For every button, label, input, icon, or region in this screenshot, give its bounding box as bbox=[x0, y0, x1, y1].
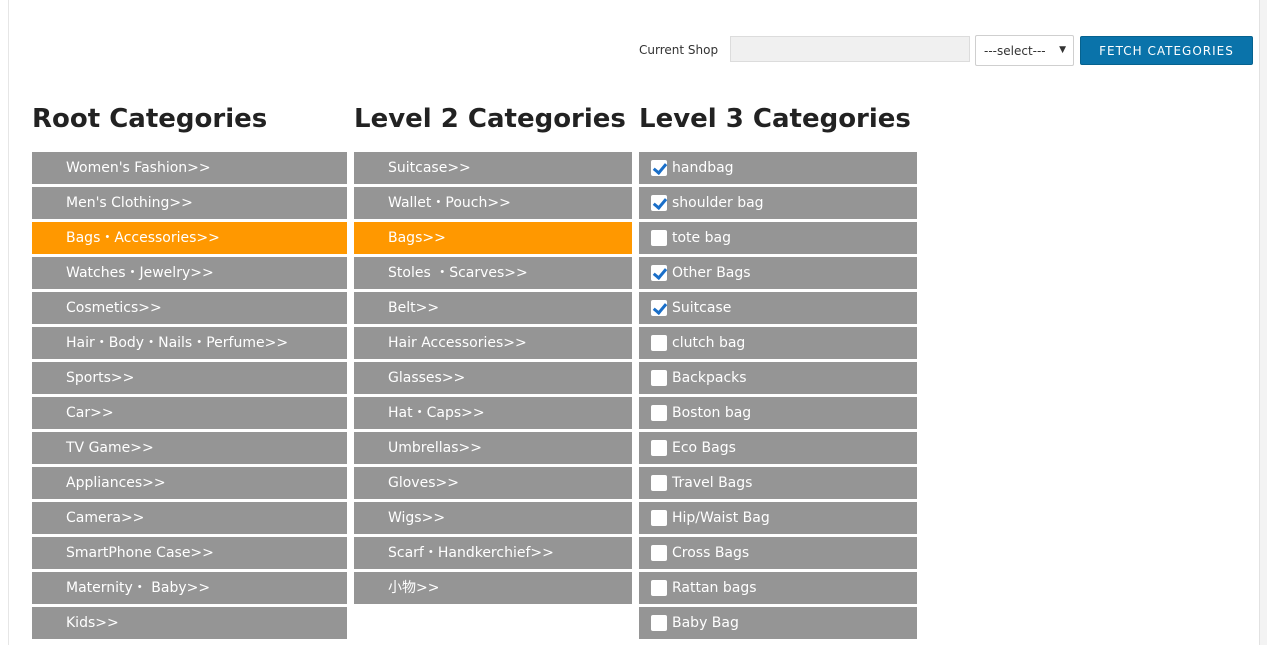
level3-category-item[interactable]: Travel Bags bbox=[639, 467, 917, 499]
current-shop-label: Current Shop bbox=[639, 43, 719, 57]
level3-category-item[interactable]: Eco Bags bbox=[639, 432, 917, 464]
level2-category-item[interactable]: Belt>> bbox=[354, 292, 632, 324]
category-checkbox[interactable] bbox=[651, 475, 667, 491]
level3-category-item[interactable]: Baby Bag bbox=[639, 607, 917, 639]
category-label: Rattan bags bbox=[672, 580, 757, 596]
category-label: Cross Bags bbox=[672, 545, 750, 561]
level2-category-item[interactable]: Hair Accessories>> bbox=[354, 327, 632, 359]
category-checkbox[interactable] bbox=[651, 160, 667, 176]
level3-category-item[interactable]: handbag bbox=[639, 152, 917, 184]
level2-category-item[interactable]: Gloves>> bbox=[354, 467, 632, 499]
root-category-item[interactable]: Kids>> bbox=[32, 607, 347, 639]
category-label: Boston bag bbox=[672, 405, 752, 421]
root-category-item[interactable]: Cosmetics>> bbox=[32, 292, 347, 324]
category-label: Baby Bag bbox=[672, 615, 739, 631]
category-checkbox[interactable] bbox=[651, 440, 667, 456]
category-checkbox[interactable] bbox=[651, 545, 667, 561]
level2-category-item[interactable]: Umbrellas>> bbox=[354, 432, 632, 464]
category-label: tote bag bbox=[672, 230, 731, 246]
level3-category-item[interactable]: Backpacks bbox=[639, 362, 917, 394]
level3-category-item[interactable]: tote bag bbox=[639, 222, 917, 254]
root-category-item[interactable]: Maternity・ Baby>> bbox=[32, 572, 347, 604]
level3-category-item[interactable]: Hip/Waist Bag bbox=[639, 502, 917, 534]
level2-category-item[interactable]: Glasses>> bbox=[354, 362, 632, 394]
level2-category-item[interactable]: Hat・Caps>> bbox=[354, 397, 632, 429]
level3-category-item[interactable]: Cross Bags bbox=[639, 537, 917, 569]
root-category-item[interactable]: TV Game>> bbox=[32, 432, 347, 464]
category-label: Eco Bags bbox=[672, 440, 736, 456]
fetch-categories-button[interactable]: FETCH CATEGORIES bbox=[1080, 36, 1253, 65]
root-category-item[interactable]: Men's Clothing>> bbox=[32, 187, 347, 219]
level3-category-item[interactable]: shoulder bag bbox=[639, 187, 917, 219]
category-checkbox[interactable] bbox=[651, 580, 667, 596]
category-label: clutch bag bbox=[672, 335, 746, 351]
category-checkbox[interactable] bbox=[651, 370, 667, 386]
root-category-item[interactable]: Bags・Accessories>> bbox=[32, 222, 347, 254]
level3-categories-list: handbag shoulder bag tote bag Other Bags Sui… bbox=[639, 152, 917, 642]
level2-category-item[interactable]: Scarf・Handkerchief>> bbox=[354, 537, 632, 569]
category-label: handbag bbox=[672, 160, 734, 176]
root-categories-title: Root Categories bbox=[32, 104, 268, 134]
category-label: shoulder bag bbox=[672, 195, 764, 211]
category-checkbox[interactable] bbox=[651, 195, 667, 211]
category-checkbox[interactable] bbox=[651, 265, 667, 281]
category-checkbox[interactable] bbox=[651, 405, 667, 421]
root-category-item[interactable]: Car>> bbox=[32, 397, 347, 429]
chevron-down-icon: ▼ bbox=[1059, 45, 1066, 55]
level2-category-item[interactable]: Stoles ・Scarves>> bbox=[354, 257, 632, 289]
level3-category-item[interactable]: Boston bag bbox=[639, 397, 917, 429]
level2-categories-list: Suitcase>> Wallet・Pouch>> Bags>> Stoles ・Sc… bbox=[354, 152, 632, 607]
root-category-item[interactable]: Sports>> bbox=[32, 362, 347, 394]
level2-category-item[interactable]: Suitcase>> bbox=[354, 152, 632, 184]
level3-categories-title: Level 3 Categories bbox=[639, 104, 911, 134]
category-checkbox[interactable] bbox=[651, 510, 667, 526]
root-category-item[interactable]: Appliances>> bbox=[32, 467, 347, 499]
root-category-item[interactable]: Watches・Jewelry>> bbox=[32, 257, 347, 289]
category-label: Travel Bags bbox=[672, 475, 753, 491]
shop-select[interactable]: ---select--- ▼ bbox=[975, 35, 1074, 66]
root-category-item[interactable]: SmartPhone Case>> bbox=[32, 537, 347, 569]
level3-category-item[interactable]: Rattan bags bbox=[639, 572, 917, 604]
level3-category-item[interactable]: Other Bags bbox=[639, 257, 917, 289]
category-label: Backpacks bbox=[672, 370, 747, 386]
category-label: Suitcase bbox=[672, 300, 732, 316]
category-checkbox[interactable] bbox=[651, 230, 667, 246]
root-category-item[interactable]: Women's Fashion>> bbox=[32, 152, 347, 184]
scrollbar[interactable] bbox=[1259, 0, 1267, 645]
current-shop-input[interactable] bbox=[730, 36, 970, 62]
category-checkbox[interactable] bbox=[651, 335, 667, 351]
level2-categories-title: Level 2 Categories bbox=[354, 104, 626, 134]
level2-category-item[interactable]: Wallet・Pouch>> bbox=[354, 187, 632, 219]
level2-category-item[interactable]: Bags>> bbox=[354, 222, 632, 254]
root-category-item[interactable]: Hair・Body・Nails・Perfume>> bbox=[32, 327, 347, 359]
category-label: Other Bags bbox=[672, 265, 751, 281]
root-category-item[interactable]: Camera>> bbox=[32, 502, 347, 534]
category-checkbox[interactable] bbox=[651, 615, 667, 631]
level3-category-item[interactable]: clutch bag bbox=[639, 327, 917, 359]
category-checkbox[interactable] bbox=[651, 300, 667, 316]
page-border-left bbox=[8, 0, 9, 645]
shop-select-value: ---select--- bbox=[984, 43, 1046, 58]
level3-category-item[interactable]: Suitcase bbox=[639, 292, 917, 324]
root-categories-list: Women's Fashion>> Men's Clothing>> Bags・Ac… bbox=[32, 152, 347, 642]
level2-category-item[interactable]: 小物>> bbox=[354, 572, 632, 604]
level2-category-item[interactable]: Wigs>> bbox=[354, 502, 632, 534]
category-label: Hip/Waist Bag bbox=[672, 510, 770, 526]
